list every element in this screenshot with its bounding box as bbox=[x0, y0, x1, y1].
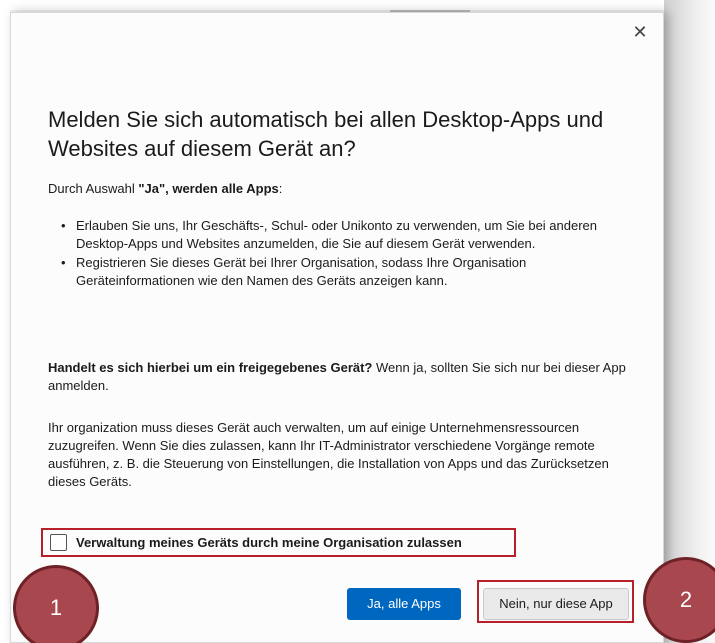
intro-suffix: : bbox=[278, 181, 283, 196]
shared-device-question: Handelt es sich hierbei um ein freigegeb… bbox=[48, 360, 373, 375]
bullet-list: Erlauben Sie uns, Ihr Geschäfts-, Schul-… bbox=[61, 217, 621, 291]
background-left bbox=[0, 10, 10, 643]
management-text: Ihr organization muss dieses Gerät auch … bbox=[48, 420, 609, 489]
background-shadow bbox=[664, 0, 715, 643]
intro-prefix: Durch Auswahl bbox=[48, 181, 139, 196]
yes-all-apps-button[interactable]: Ja, alle Apps bbox=[347, 588, 461, 620]
bullet-item: Registrieren Sie dieses Gerät bei Ihrer … bbox=[61, 254, 621, 290]
no-this-app-only-button[interactable]: Nein, nur diese App bbox=[483, 588, 629, 620]
shared-device-text: Handelt es sich hierbei um ein freigegeb… bbox=[48, 359, 638, 395]
intro-bold: "Ja", werden alle Apps bbox=[138, 181, 279, 196]
allow-management-row[interactable]: Verwaltung meines Geräts durch meine Org… bbox=[41, 528, 516, 557]
allow-management-label[interactable]: Verwaltung meines Geräts durch meine Org… bbox=[76, 535, 462, 550]
step-marker-1: 1 bbox=[13, 565, 99, 643]
intro-text: Durch Auswahl "Ja", werden alle Apps: bbox=[48, 180, 638, 198]
dialog-title: Melden Sie sich automatisch bei allen De… bbox=[48, 107, 604, 161]
close-icon[interactable]: ✕ bbox=[629, 21, 651, 43]
allow-management-checkbox[interactable] bbox=[50, 534, 67, 551]
bullet-item: Erlauben Sie uns, Ihr Geschäfts-, Schul-… bbox=[61, 217, 621, 253]
background-top bbox=[0, 0, 715, 10]
sign-in-dialog: ✕ Melden Sie sich automatisch bei allen … bbox=[10, 12, 664, 643]
screen: ✕ Melden Sie sich automatisch bei allen … bbox=[0, 0, 715, 643]
